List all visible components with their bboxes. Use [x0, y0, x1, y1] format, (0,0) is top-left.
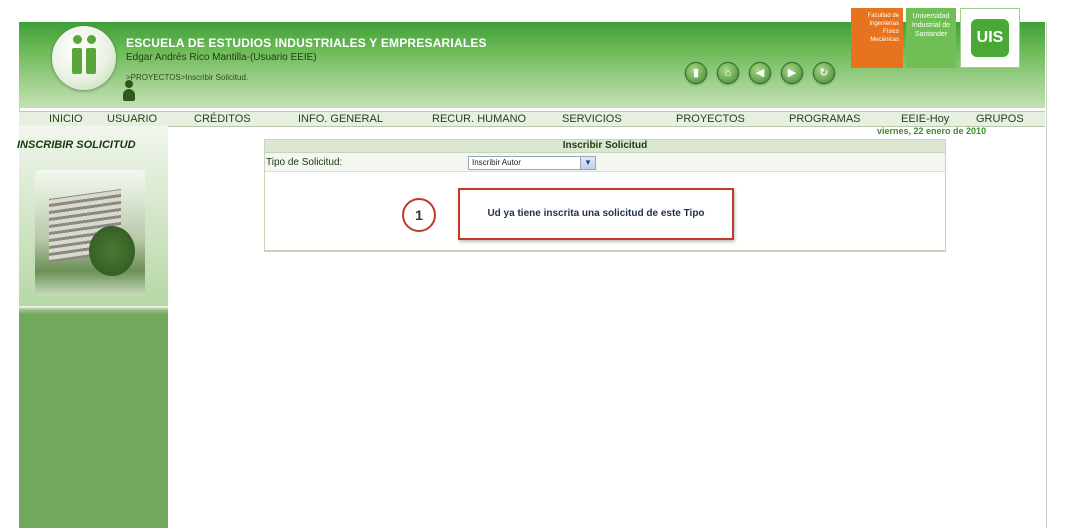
- nav-proyectos[interactable]: PROYECTOS: [676, 112, 745, 126]
- request-type-label: Tipo de Solicitud:: [266, 157, 343, 168]
- uis-logo[interactable]: UIS: [960, 8, 1020, 68]
- nav-grupos[interactable]: GRUPOS: [976, 112, 1024, 126]
- nav-creditos[interactable]: CRÉDITOS: [194, 112, 251, 126]
- request-type-select[interactable]: Inscribir Autor ▼: [468, 156, 596, 170]
- request-type-value: Inscribir Autor: [472, 158, 521, 167]
- nav-programas[interactable]: PROGRAMAS: [789, 112, 861, 126]
- user-icon: [123, 80, 135, 102]
- back-icon[interactable]: ◀: [749, 62, 771, 84]
- nav-usuario[interactable]: USUARIO: [107, 112, 157, 126]
- sidebar-lower: [19, 315, 168, 528]
- nav-inicio[interactable]: INICIO: [49, 112, 83, 126]
- exit-icon[interactable]: ↻: [813, 62, 835, 84]
- book-icon[interactable]: ▮: [685, 62, 707, 84]
- building-photo: [35, 170, 145, 296]
- school-name: ESCUELA DE ESTUDIOS INDUSTRIALES Y EMPRE…: [126, 36, 487, 50]
- nav-info-general[interactable]: INFO. GENERAL: [298, 112, 383, 126]
- forward-icon[interactable]: ▶: [781, 62, 803, 84]
- sidebar-title: INSCRIBIR SOLICITUD: [17, 139, 136, 151]
- university-logo[interactable]: Universidad Industrial de Santander: [906, 8, 956, 68]
- toolbar: ▮ ⌂ ◀ ▶ ↻: [685, 62, 835, 84]
- user-name: Edgar Andrés Rico Mantilla-(Usuario EEIE…: [126, 52, 317, 63]
- nav-eeie-hoy[interactable]: EEIE-Hoy: [901, 112, 949, 126]
- uis-logo-mark: UIS: [971, 19, 1009, 57]
- status-message: Ud ya tiene inscrita una solicitud de es…: [487, 208, 705, 219]
- form-bottom-border: [264, 246, 946, 252]
- breadcrumb: >PROYECTOS>Inscribir Solicitud.: [126, 73, 249, 82]
- sidebar-divider: [19, 306, 168, 315]
- nav-recur-humano[interactable]: RECUR. HUMANO: [432, 112, 526, 126]
- form-title: Inscribir Solicitud: [264, 139, 946, 153]
- nav-servicios[interactable]: SERVICIOS: [562, 112, 622, 126]
- chevron-down-icon[interactable]: ▼: [580, 157, 595, 169]
- eeie-logo: [52, 26, 116, 90]
- form-row-type: [264, 153, 946, 172]
- main-nav: INICIO USUARIO CRÉDITOS INFO. GENERAL RE…: [19, 111, 1045, 127]
- faculty-logo[interactable]: Facultad de Ingenierías Físico Mecánicas: [851, 8, 903, 68]
- callout-marker: 1: [402, 198, 436, 232]
- home-icon[interactable]: ⌂: [717, 62, 739, 84]
- current-date: viernes, 22 enero de 2010: [877, 126, 987, 136]
